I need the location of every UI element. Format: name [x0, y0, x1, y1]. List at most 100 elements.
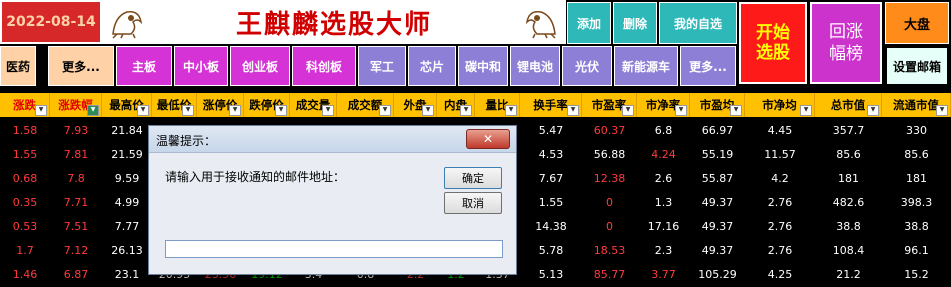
table-cell: 9.59 — [114, 172, 140, 185]
ok-button[interactable]: 确定 — [444, 167, 502, 189]
table-cell: 17.16 — [647, 220, 680, 233]
category-photovoltaic[interactable]: 光伏 — [562, 46, 612, 86]
rebound-ranking-label: 回涨幅榜 — [829, 22, 863, 64]
table-cell: 6.8 — [654, 124, 673, 137]
filter-dropdown-icon[interactable]: ▼ — [505, 105, 517, 116]
filter-dropdown-icon[interactable]: ▼ — [379, 105, 391, 116]
table-cell: 2.6 — [654, 172, 673, 185]
table-cell: 55.87 — [701, 172, 734, 185]
filter-dropdown-icon[interactable]: ▼ — [322, 105, 334, 116]
filter-dropdown-icon[interactable]: ▼ — [275, 105, 287, 116]
table-cell: 4.45 — [767, 124, 793, 137]
filter-dropdown-icon[interactable]: ▼ — [35, 105, 47, 116]
filter-dropdown-icon[interactable]: ▼ — [422, 105, 434, 116]
column-header-pe[interactable]: 市盈率 ▼ — [582, 93, 637, 117]
category-more-right[interactable]: 更多... — [680, 46, 736, 86]
table-cell: 0.68 — [12, 172, 38, 185]
filter-dropdown-icon[interactable]: ▼ — [936, 105, 948, 116]
add-button[interactable]: 添加 — [567, 2, 611, 44]
table-cell: 1.58 — [12, 124, 38, 137]
column-header-label: 成交额 — [347, 98, 383, 112]
column-header-market-cap[interactable]: 总市值 ▼ — [815, 93, 882, 117]
delete-button[interactable]: 删除 — [613, 2, 657, 44]
table-cell: 1.7 — [16, 244, 34, 257]
filter-dropdown-icon[interactable]: ▼ — [867, 105, 879, 116]
close-button[interactable]: ✕ — [466, 129, 510, 149]
filter-dropdown-icon[interactable]: ▼ — [137, 105, 149, 116]
date-badge: 2022-08-14 — [0, 0, 102, 44]
table-cell: 38.8 — [836, 220, 861, 233]
table-cell: 85.6 — [836, 148, 861, 161]
category-military[interactable]: 军工 — [358, 46, 406, 86]
email-input[interactable] — [165, 240, 503, 258]
filter-dropdown-icon[interactable]: ▼ — [229, 105, 241, 116]
column-header-turnover-rate[interactable]: 换手率 ▼ — [520, 93, 582, 117]
column-header-low[interactable]: 最低价 ▼ — [152, 93, 197, 117]
table-cell: 49.37 — [701, 244, 734, 257]
filter-dropdown-icon[interactable]: ▼ — [182, 105, 194, 116]
category-lithium[interactable]: 锂电池 — [510, 46, 560, 86]
close-icon: ✕ — [482, 132, 494, 146]
my-watchlist-button[interactable]: 我的自选 — [659, 2, 737, 44]
table-cell: 4.53 — [538, 148, 564, 161]
column-header-label: 涨跌 — [13, 98, 36, 112]
category-carbon-neutral[interactable]: 碳中和 — [458, 46, 508, 86]
table-cell: 5.13 — [538, 268, 564, 281]
column-header-high[interactable]: 最高价 ▼ — [102, 93, 152, 117]
table-cell: 1.46 — [12, 268, 38, 281]
column-header-turnover[interactable]: 成交额 ▼ — [337, 93, 394, 117]
table-cell: 0 — [606, 196, 613, 209]
category-main-board[interactable]: 主板 — [116, 46, 172, 86]
table-cell: 14.38 — [535, 220, 567, 233]
rebound-ranking-button[interactable]: 回涨幅榜 — [810, 2, 882, 84]
market-button[interactable]: 大盘 — [885, 2, 949, 44]
category-new-energy-vehicle[interactable]: 新能源车 — [614, 46, 678, 86]
table-cell: 0.35 — [12, 196, 38, 209]
filter-dropdown-icon[interactable]: ▼ — [567, 105, 579, 116]
table-cell: 85.6 — [904, 148, 929, 161]
table-cell: 6.87 — [63, 268, 89, 281]
filter-dropdown-icon[interactable]: ▼ — [460, 105, 472, 116]
cancel-button[interactable]: 取消 — [444, 192, 502, 214]
table-cell: 18.53 — [593, 244, 626, 257]
filter-dropdown-icon[interactable]: ▼ — [87, 105, 99, 116]
dialog-message: 请输入用于接收通知的邮件地址： — [165, 170, 346, 184]
table-cell: 4.2 — [771, 172, 789, 185]
category-chinext[interactable]: 创业板 — [230, 46, 290, 86]
column-header-limit-down[interactable]: 跌停价 ▼ — [244, 93, 290, 117]
column-header-volume[interactable]: 成交量 ▼ — [290, 93, 337, 117]
filter-dropdown-icon[interactable]: ▼ — [622, 105, 634, 116]
column-header-change[interactable]: 涨跌 ▼ — [0, 93, 50, 117]
table-cell: 7.93 — [63, 124, 89, 137]
table-cell: 85.77 — [593, 268, 626, 281]
set-email-button[interactable]: 设置邮箱 — [885, 46, 949, 86]
right-lion-logo — [516, 0, 566, 44]
column-header-change-pct[interactable]: 涨跌幅 ▼ — [50, 93, 102, 117]
category-sme-board[interactable]: 中小板 — [174, 46, 228, 86]
table-cell: 181 — [906, 172, 927, 185]
start-select-button[interactable]: 开始选股 — [739, 2, 807, 84]
category-medicine[interactable]: 医药 — [0, 46, 36, 86]
column-header-float-cap[interactable]: 流通市值 ▼ — [882, 93, 951, 117]
filter-dropdown-icon[interactable]: ▼ — [730, 105, 742, 116]
column-header-pb-avg[interactable]: 市净均 ▼ — [745, 93, 815, 117]
filter-dropdown-icon[interactable]: ▼ — [675, 105, 687, 116]
table-cell: 1.55 — [12, 148, 38, 161]
table-cell: 21.84 — [111, 124, 143, 137]
column-header-label: 市净均 — [762, 98, 797, 112]
table-cell: 49.37 — [701, 220, 734, 233]
category-more-left[interactable]: 更多... — [48, 46, 114, 86]
category-chips[interactable]: 芯片 — [408, 46, 456, 86]
column-header-pe-avg[interactable]: 市盈均 ▼ — [690, 93, 745, 117]
category-star-market[interactable]: 科创板 — [292, 46, 356, 86]
column-header-outer[interactable]: 外盘 ▼ — [394, 93, 437, 117]
table-cell: 2.76 — [767, 220, 793, 233]
date-text: 2022-08-14 — [6, 14, 96, 30]
column-header-inner[interactable]: 内盘 ▼ — [437, 93, 475, 117]
column-header-limit-up[interactable]: 涨停价 ▼ — [197, 93, 244, 117]
column-header-volume-ratio[interactable]: 量比 ▼ — [475, 93, 520, 117]
table-cell: 3.77 — [651, 268, 676, 281]
column-header-pb[interactable]: 市净率 ▼ — [637, 93, 690, 117]
dialog-titlebar: 温馨提示： ✕ — [149, 126, 516, 153]
filter-dropdown-icon[interactable]: ▼ — [800, 105, 812, 116]
